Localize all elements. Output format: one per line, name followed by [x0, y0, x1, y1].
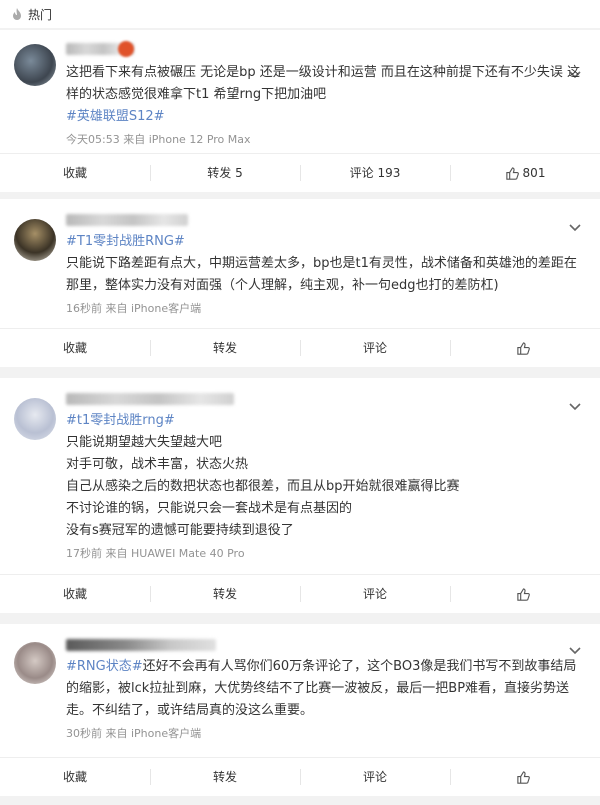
- comment-button[interactable]: 评论: [300, 758, 450, 796]
- username[interactable]: [66, 213, 584, 227]
- topic-link[interactable]: #英雄联盟S12#: [66, 109, 165, 124]
- comment-button[interactable]: 评论 193: [300, 154, 450, 192]
- like-button[interactable]: [450, 575, 600, 613]
- post-line: 自己从感染之后的数把状态也都很差，而且从bp开始就很难赢得比赛: [66, 479, 460, 494]
- post-time: 今天05:53: [66, 133, 120, 146]
- post-meta: 17秒前 来自 HUAWEI Mate 40 Pro: [66, 546, 584, 562]
- action-bar: 收藏 转发 评论: [0, 574, 600, 613]
- username[interactable]: [66, 638, 584, 652]
- favorite-button[interactable]: 收藏: [0, 154, 150, 192]
- favorite-button[interactable]: 收藏: [0, 329, 150, 367]
- action-bar: 收藏 转发 评论: [0, 757, 600, 796]
- favorite-button[interactable]: 收藏: [0, 575, 150, 613]
- post-text: 这把看下来有点被碾压 无论是bp 还是一级设计和运营 而且在这种前提下还有不少失…: [66, 62, 584, 128]
- comment-button[interactable]: 评论: [300, 575, 450, 613]
- post-text: #t1零封战胜rng# 只能说期望越大失望越大吧 对手可敬，战术丰富，状态火热 …: [66, 410, 584, 542]
- post-line: 不讨论谁的锅，只能说只会一套战术是有点基因的: [66, 501, 353, 516]
- action-bar: 收藏 转发 评论: [0, 328, 600, 367]
- comment-button[interactable]: 评论: [300, 329, 450, 367]
- action-bar: 收藏 转发 5 评论 193 801: [0, 153, 600, 192]
- header-title: 热门: [28, 7, 53, 22]
- post-time: 17秒前: [66, 547, 102, 560]
- topic-link[interactable]: #RNG状态#: [66, 659, 143, 674]
- post-card: #T1零封战胜RNG# 只能说下路差距有点大，中期运营差太多，bp也是t1有灵性…: [0, 199, 600, 367]
- like-button[interactable]: [450, 758, 600, 796]
- post-meta: 16秒前 来自 iPhone客户端: [66, 301, 584, 317]
- post-time: 16秒前: [66, 302, 102, 315]
- fire-icon: [13, 8, 21, 20]
- thumbs-up-icon: [505, 166, 519, 180]
- like-button[interactable]: [450, 329, 600, 367]
- thumbs-up-icon: [517, 770, 530, 784]
- favorite-button[interactable]: 收藏: [0, 758, 150, 796]
- like-button[interactable]: 801: [450, 154, 600, 192]
- repost-button[interactable]: 转发: [150, 758, 300, 796]
- username[interactable]: [66, 41, 584, 57]
- post-card: 这把看下来有点被碾压 无论是bp 还是一级设计和运营 而且在这种前提下还有不少失…: [0, 30, 600, 192]
- post-card: #t1零封战胜rng# 只能说期望越大失望越大吧 对手可敬，战术丰富，状态火热 …: [0, 378, 600, 613]
- post-time: 30秒前: [66, 727, 102, 740]
- hot-header: 热门: [0, 0, 600, 28]
- post-line: 没有s赛冠军的遗憾可能要持续到退役了: [66, 523, 294, 538]
- thumbs-up-icon: [517, 341, 530, 355]
- topic-link[interactable]: #T1零封战胜RNG#: [66, 234, 185, 249]
- post-line: 对手可敬，战术丰富，状态火热: [66, 457, 249, 472]
- post-source: 来自 iPhone 12 Pro Max: [123, 133, 251, 146]
- repost-button[interactable]: 转发: [150, 329, 300, 367]
- post-source: 来自 iPhone客户端: [105, 727, 202, 740]
- username[interactable]: [66, 392, 584, 406]
- post-body: 这把看下来有点被碾压 无论是bp 还是一级设计和运营 而且在这种前提下还有不少失…: [66, 65, 581, 102]
- topic-link[interactable]: #t1零封战胜rng#: [66, 413, 175, 428]
- repost-button[interactable]: 转发 5: [150, 154, 300, 192]
- thumbs-up-icon: [517, 587, 530, 601]
- post-source: 来自 HUAWEI Mate 40 Pro: [105, 547, 245, 560]
- repost-button[interactable]: 转发: [150, 575, 300, 613]
- post-body: 还好不会再有人骂你们60万条评论了，这个BO3像是我们书写不到故事结局的缩影，被…: [66, 659, 577, 718]
- post-meta: 30秒前 来自 iPhone客户端: [66, 726, 584, 742]
- post-body: 只能说下路差距有点大，中期运营差太多，bp也是t1有灵性，战术储备和英雄池的差距…: [66, 256, 577, 293]
- post-line: 只能说期望越大失望越大吧: [66, 435, 223, 450]
- post-source: 来自 iPhone客户端: [105, 302, 202, 315]
- post-text: #RNG状态#还好不会再有人骂你们60万条评论了，这个BO3像是我们书写不到故事…: [66, 656, 584, 722]
- post-meta: 今天05:53 来自 iPhone 12 Pro Max: [66, 132, 584, 148]
- post-text: #T1零封战胜RNG# 只能说下路差距有点大，中期运营差太多，bp也是t1有灵性…: [66, 231, 584, 297]
- post-card: #RNG状态#还好不会再有人骂你们60万条评论了，这个BO3像是我们书写不到故事…: [0, 624, 600, 796]
